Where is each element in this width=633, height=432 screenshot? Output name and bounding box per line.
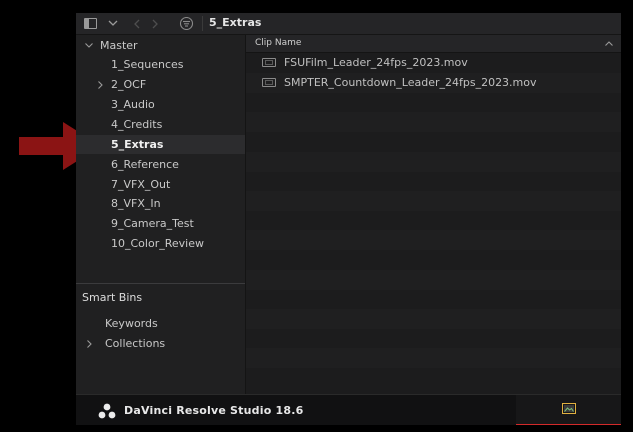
- current-bin-title: 5_Extras: [209, 16, 262, 29]
- chevron-down-icon[interactable]: [107, 16, 119, 31]
- row-stripe: [246, 368, 621, 388]
- bin-item-label: 1_Sequences: [111, 58, 184, 71]
- row-stripe: [246, 112, 621, 132]
- filter-list-icon[interactable]: [178, 16, 194, 31]
- row-stripe: [246, 230, 621, 250]
- smart-bin-label: Keywords: [105, 317, 158, 330]
- bin-item[interactable]: 3_Audio: [76, 95, 245, 114]
- sort-ascending-icon[interactable]: [605, 35, 613, 52]
- clip-list-panel: Clip Name FSUFilm_Leader_24fps_2023.mov: [246, 35, 621, 407]
- row-stripe: [246, 93, 621, 113]
- row-stripe: [246, 270, 621, 290]
- bin-item[interactable]: 4_Credits: [76, 115, 245, 134]
- davinci-resolve-logo-icon: [98, 403, 116, 419]
- bin-item-label: 5_Extras: [111, 138, 164, 151]
- bin-item-label: 4_Credits: [111, 118, 163, 131]
- smart-bin-label: Collections: [105, 337, 166, 350]
- smart-bin-collections[interactable]: Collections: [76, 334, 245, 353]
- row-stripe: [246, 309, 621, 329]
- forward-arrow-icon[interactable]: [150, 16, 160, 31]
- row-stripe: [246, 152, 621, 172]
- bin-item[interactable]: 8_VFX_In: [76, 194, 245, 213]
- chevron-down-icon[interactable]: [84, 36, 94, 55]
- bin-list-panel: Master 1_Sequences 2_OCF 3_Audio 4_Credi…: [76, 35, 246, 394]
- row-stripe: [246, 250, 621, 270]
- clip-row[interactable]: SMPTER_Countdown_Leader_24fps_2023.mov: [246, 73, 621, 92]
- clip-name-column-header[interactable]: Clip Name: [255, 35, 301, 52]
- video-clip-icon: [262, 78, 276, 87]
- bin-item-label: 9_Camera_Test: [111, 217, 194, 230]
- bin-item[interactable]: 10_Color_Review: [76, 234, 245, 253]
- video-clip-icon: [262, 58, 276, 67]
- row-stripe: [246, 289, 621, 309]
- bin-item-label: 2_OCF: [111, 78, 147, 91]
- bin-item-label: 3_Audio: [111, 98, 155, 111]
- chevron-right-icon[interactable]: [84, 334, 94, 353]
- bin-item-label: 8_VFX_In: [111, 197, 161, 210]
- clip-name: FSUFilm_Leader_24fps_2023.mov: [284, 56, 468, 69]
- panel-divider: [76, 283, 245, 284]
- active-page-indicator: [516, 424, 621, 425]
- bin-item-label: 7_VFX_Out: [111, 178, 171, 191]
- row-stripe: [246, 191, 621, 211]
- bin-item-label: 6_Reference: [111, 158, 179, 171]
- row-stripe: [246, 348, 621, 368]
- media-page-tab[interactable]: [516, 395, 621, 425]
- smart-bin-keywords[interactable]: Keywords: [76, 314, 245, 333]
- bin-item[interactable]: 1_Sequences: [76, 55, 245, 74]
- clip-list-header[interactable]: Clip Name: [246, 35, 621, 53]
- bin-item[interactable]: 7_VFX_Out: [76, 175, 245, 194]
- bin-item[interactable]: 9_Camera_Test: [76, 214, 245, 233]
- app-name: DaVinci Resolve Studio 18.6: [124, 404, 304, 417]
- bin-master[interactable]: Master: [76, 36, 245, 55]
- bin-master-label: Master: [100, 39, 138, 52]
- row-stripe: [246, 132, 621, 152]
- smart-bins-title: Smart Bins: [82, 291, 143, 304]
- row-stripe: [246, 329, 621, 349]
- media-pool-window: 5_Extras Master 1_Sequences 2_OCF 3_Audi…: [76, 13, 621, 425]
- bin-item-label: 10_Color_Review: [111, 237, 204, 250]
- back-arrow-icon[interactable]: [132, 16, 142, 31]
- bin-item[interactable]: 6_Reference: [76, 155, 245, 174]
- media-pool-toolbar: 5_Extras: [76, 13, 621, 35]
- bin-item-selected[interactable]: 5_Extras: [76, 135, 245, 154]
- bin-item[interactable]: 2_OCF: [76, 75, 245, 94]
- row-stripe: [246, 211, 621, 231]
- chevron-right-icon[interactable]: [95, 75, 105, 94]
- sidebar-toggle-icon[interactable]: [84, 18, 97, 29]
- clip-name: SMPTER_Countdown_Leader_24fps_2023.mov: [284, 76, 537, 89]
- row-stripe: [246, 171, 621, 191]
- media-page-icon[interactable]: [562, 403, 576, 414]
- toolbar-divider: [202, 16, 203, 31]
- app-footer: DaVinci Resolve Studio 18.6: [76, 394, 621, 425]
- clip-row[interactable]: FSUFilm_Leader_24fps_2023.mov: [246, 53, 621, 72]
